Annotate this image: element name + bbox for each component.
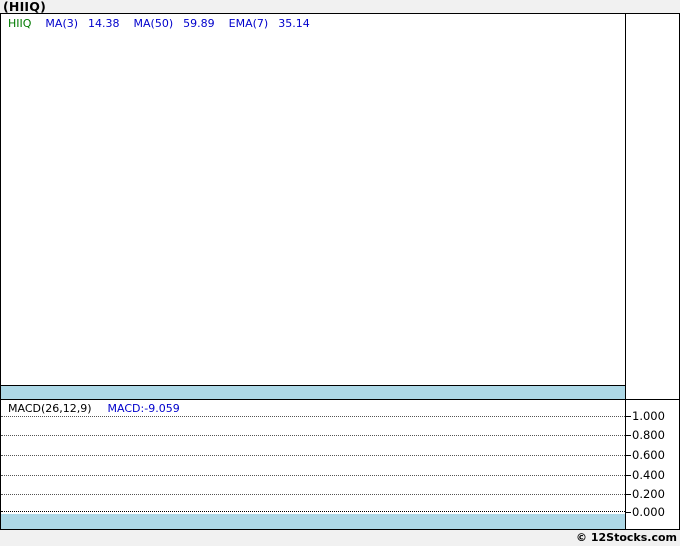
tick-mark: [626, 434, 631, 436]
macd-gridline: [1, 455, 625, 456]
indicator-value-ema7: 35.14: [278, 17, 310, 30]
chart-frame: HIIQ MA(3) 14.38 MA(50) 59.89 EMA(7) 35.14 MAC…: [0, 13, 680, 530]
tick-mark: [626, 493, 631, 495]
tick-mark: [626, 415, 631, 417]
y-axis-tick: 0.200: [626, 487, 665, 501]
tick-mark: [626, 511, 631, 513]
date-axis-band: [1, 386, 625, 399]
macd-zero-gridline: [1, 511, 625, 512]
macd-gridline: [1, 494, 625, 495]
symbol-label: HIIQ: [8, 17, 32, 30]
y-axis-tick: 1.000: [626, 409, 665, 423]
y-axis-tick-label: 0.200: [632, 487, 665, 501]
y-axis-tick-label: 1.000: [632, 409, 665, 423]
y-axis-tick-label: 0.000: [632, 505, 665, 519]
indicator-label-ma3: MA(3): [45, 17, 79, 30]
tick-mark: [626, 474, 631, 476]
macd-gridline: [1, 416, 625, 417]
indicator-value-ma50: 59.89: [183, 17, 215, 30]
indicator-label-ma50: MA(50): [133, 17, 174, 30]
price-legend: HIIQ MA(3) 14.38 MA(50) 59.89 EMA(7) 35.14: [8, 17, 324, 30]
y-axis-tick: 0.600: [626, 448, 665, 462]
macd-value: MACD:-9.059: [107, 402, 180, 415]
macd-label: MACD(26,12,9): [8, 402, 92, 415]
y-axis-tick-label: 0.800: [632, 428, 665, 442]
y-axis-tick: 0.000: [626, 505, 665, 519]
indicator-value-ma3: 14.38: [88, 17, 120, 30]
page-title: (HIIQ): [3, 0, 47, 14]
y-axis-tick: 0.400: [626, 468, 665, 482]
bottom-axis-band: [1, 514, 625, 529]
indicator-label-ema7: EMA(7): [228, 17, 269, 30]
macd-legend: MACD(26,12,9) MACD:-9.059: [8, 402, 180, 415]
y-axis-tick-label: 0.400: [632, 468, 665, 482]
tick-mark: [626, 454, 631, 456]
y-axis-tick-label: 0.600: [632, 448, 665, 462]
macd-gridline: [1, 435, 625, 436]
footer-credit: © 12Stocks.com: [576, 531, 677, 544]
y-axis-tick: 0.800: [626, 428, 665, 442]
macd-panel-top-border: [1, 399, 679, 400]
macd-gridline: [1, 475, 625, 476]
